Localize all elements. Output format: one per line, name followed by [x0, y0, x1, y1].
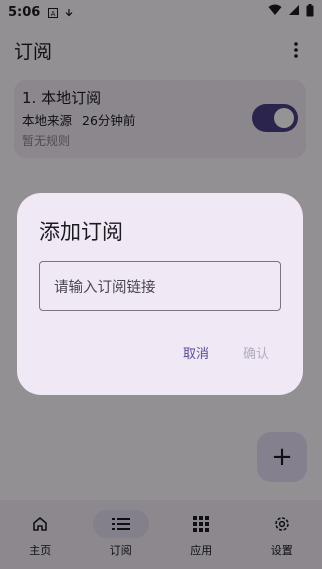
- input-placeholder: 请输入订阅链接: [54, 279, 156, 296]
- app-screen: 5:06 A 订阅 1. 本地订阅 本地来源 26分钟前 暂无规则 + 主页 订…: [0, 0, 322, 569]
- dialog-title: 添加订阅: [39, 220, 123, 244]
- subscription-url-input[interactable]: 请输入订阅链接: [39, 261, 281, 311]
- dialog-actions: 取消 确认: [183, 343, 269, 362]
- confirm-button[interactable]: 确认: [243, 343, 269, 362]
- add-subscription-dialog: 添加订阅 请输入订阅链接 取消 确认: [17, 193, 303, 395]
- cancel-button[interactable]: 取消: [183, 343, 209, 362]
